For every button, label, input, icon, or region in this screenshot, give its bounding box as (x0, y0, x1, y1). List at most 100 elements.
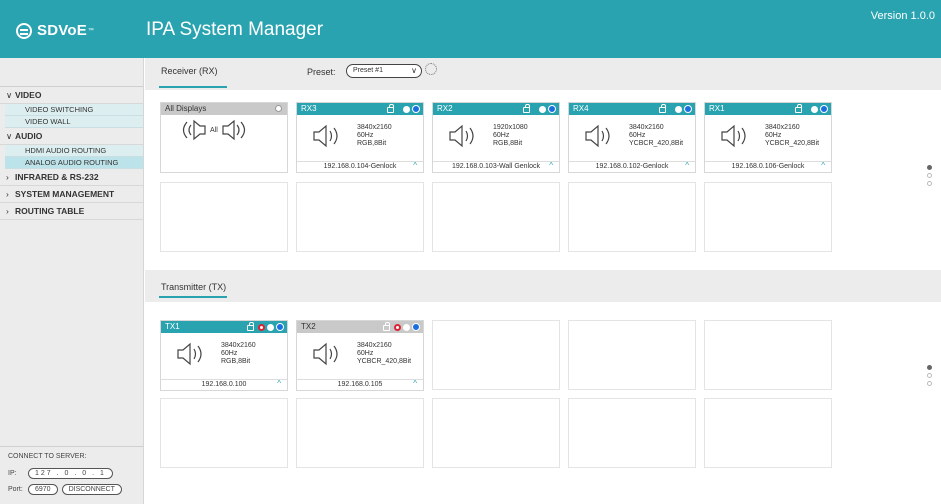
card-footer: 192.168.0.100 ^ (161, 379, 287, 390)
lock-icon[interactable] (659, 104, 666, 113)
rx-card[interactable]: RX1 3840x2160 60Hz YCBCR_420,8Bit 192.16… (704, 102, 832, 173)
resolution: 3840x2160 (765, 124, 800, 131)
rx-card[interactable]: RX2 1920x1080 60Hz RGB,8Bit 192.168.0.10… (432, 102, 560, 173)
preset-label: Preset: (307, 67, 336, 77)
empty-slot (432, 398, 560, 468)
chevron-down-icon: ∨ (411, 66, 417, 75)
sidebar-item-video-wall[interactable]: VIDEO WALL (5, 116, 143, 128)
sidebar-group-audio[interactable]: ∨ AUDIO (0, 128, 143, 145)
empty-slot (568, 182, 696, 252)
ip-address: 192.168.0.103-Wall Genlock (451, 163, 541, 170)
card-title: RX4 (573, 104, 589, 113)
lock-icon[interactable] (383, 322, 390, 331)
sidebar-item-analog-audio-routing[interactable]: ANALOG AUDIO ROUTING (5, 157, 143, 169)
preset-select[interactable]: Preset #1 ∨ (346, 64, 422, 78)
color-format: YCBCR_420,8Bit (765, 140, 820, 147)
speaker-left-icon (182, 119, 206, 141)
status-dot-icon (684, 105, 692, 113)
speaker-right-icon (222, 119, 245, 141)
speaker-icon (177, 342, 202, 366)
rx-pager[interactable] (927, 165, 933, 189)
card-header: RX3 (297, 103, 423, 115)
gear-icon[interactable] (403, 323, 410, 331)
chevron-up-icon[interactable]: ^ (413, 379, 417, 389)
rx-card[interactable]: RX3 3840x2160 60Hz RGB,8Bit 192.168.0.10… (296, 102, 424, 173)
lock-icon[interactable] (523, 104, 530, 113)
gear-icon[interactable] (811, 105, 818, 113)
chevron-up-icon[interactable]: ^ (821, 161, 825, 171)
tx-card[interactable]: TX2 3840x2160 60Hz YCBCR_420,8Bit 192.16… (296, 320, 424, 391)
gear-icon[interactable] (267, 323, 274, 331)
status-dot-icon (412, 105, 420, 113)
logo-text: SDVoE (37, 22, 87, 39)
sidebar-group-infrared[interactable]: › INFRARED & RS-232 (0, 169, 143, 186)
sdvoe-logo-icon (16, 22, 32, 39)
sidebar-group-video[interactable]: ∨ VIDEO (0, 87, 143, 104)
tab-receiver[interactable]: Receiver (RX) (161, 66, 218, 76)
signal-spec: 3840x2160 60Hz RGB,8Bit (221, 342, 256, 366)
tab-transmitter-underline (159, 296, 227, 298)
refresh-rate: 60Hz (629, 132, 646, 139)
sidebar-spacer (0, 58, 143, 87)
all-displays-body: All (181, 119, 247, 141)
gear-icon[interactable] (539, 105, 546, 113)
port-label: Port: (8, 485, 23, 493)
sidebar-group-label: AUDIO (15, 131, 43, 141)
card-footer: 192.168.0.103-Wall Genlock ^ (433, 161, 559, 172)
all-displays-card[interactable]: All Displays All (160, 102, 288, 173)
page-dot[interactable] (927, 181, 932, 186)
lock-icon[interactable] (795, 104, 802, 113)
sidebar-group-system-management[interactable]: › SYSTEM MANAGEMENT (0, 186, 143, 203)
sidebar-item-hdmi-audio-routing[interactable]: HDMI AUDIO ROUTING (5, 145, 143, 157)
page-dot[interactable] (927, 381, 932, 386)
chevron-up-icon[interactable]: ^ (277, 379, 281, 389)
ip-label: IP: (8, 469, 17, 477)
gear-icon[interactable] (403, 105, 410, 113)
gear-icon[interactable] (675, 105, 682, 113)
page-dot[interactable] (927, 165, 932, 170)
empty-slot (704, 182, 832, 252)
empty-slot (160, 182, 288, 252)
chevron-up-icon[interactable]: ^ (685, 161, 689, 171)
color-format: RGB,8Bit (493, 140, 523, 147)
page-dot[interactable] (927, 365, 932, 370)
lock-icon[interactable] (247, 322, 254, 331)
page-dot[interactable] (927, 373, 932, 378)
speaker-icon (313, 342, 338, 366)
refresh-rate: 60Hz (765, 132, 782, 139)
chevron-up-icon[interactable]: ^ (413, 161, 417, 171)
tx-card[interactable]: TX1 3840x2160 60Hz RGB,8Bit 192.168.0.10… (160, 320, 288, 391)
sidebar-group-routing-table[interactable]: › ROUTING TABLE (0, 203, 143, 220)
preset-settings-icon[interactable] (425, 63, 437, 75)
ip-row: IP: 127 . 0 . 0 . 1 (8, 466, 135, 480)
card-header: TX2 (297, 321, 423, 333)
disconnect-button[interactable]: DISCONNECT (61, 483, 122, 495)
empty-slot (432, 182, 560, 252)
rx-card[interactable]: RX4 3840x2160 60Hz YCBCR_420,8Bit 192.16… (568, 102, 696, 173)
card-footer: 192.168.0.104-Genlock ^ (297, 161, 423, 172)
ip-address: 192.168.0.100 (201, 381, 247, 388)
resolution: 3840x2160 (357, 124, 392, 131)
sidebar-group-label: VIDEO (15, 90, 42, 100)
ip-address: 192.168.0.105 (337, 381, 383, 388)
lock-icon[interactable] (387, 104, 394, 113)
sidebar-group-label: ROUTING TABLE (15, 206, 85, 216)
sidebar-item-video-switching[interactable]: VIDEO SWITCHING (5, 104, 143, 116)
tx-pager[interactable] (927, 365, 933, 389)
page-dot[interactable] (927, 173, 932, 178)
connect-panel: CONNECT TO SERVER: IP: 127 . 0 . 0 . 1 P… (0, 446, 143, 504)
port-input[interactable]: 6970 (28, 483, 58, 495)
gear-icon[interactable] (275, 105, 282, 112)
record-icon[interactable] (258, 323, 265, 331)
record-icon[interactable] (394, 323, 401, 331)
ip-input[interactable]: 127 . 0 . 0 . 1 (28, 467, 113, 479)
card-title: RX2 (437, 104, 453, 113)
card-title: All Displays (165, 104, 207, 113)
tab-transmitter[interactable]: Transmitter (TX) (161, 282, 226, 292)
signal-spec: 3840x2160 60Hz YCBCR_420,8Bit (629, 124, 683, 148)
refresh-rate: 60Hz (357, 132, 374, 139)
card-header: RX2 (433, 103, 559, 115)
empty-slot (160, 398, 288, 468)
ip-address: 192.168.0.102-Genlock (595, 163, 669, 170)
chevron-up-icon[interactable]: ^ (549, 161, 553, 171)
